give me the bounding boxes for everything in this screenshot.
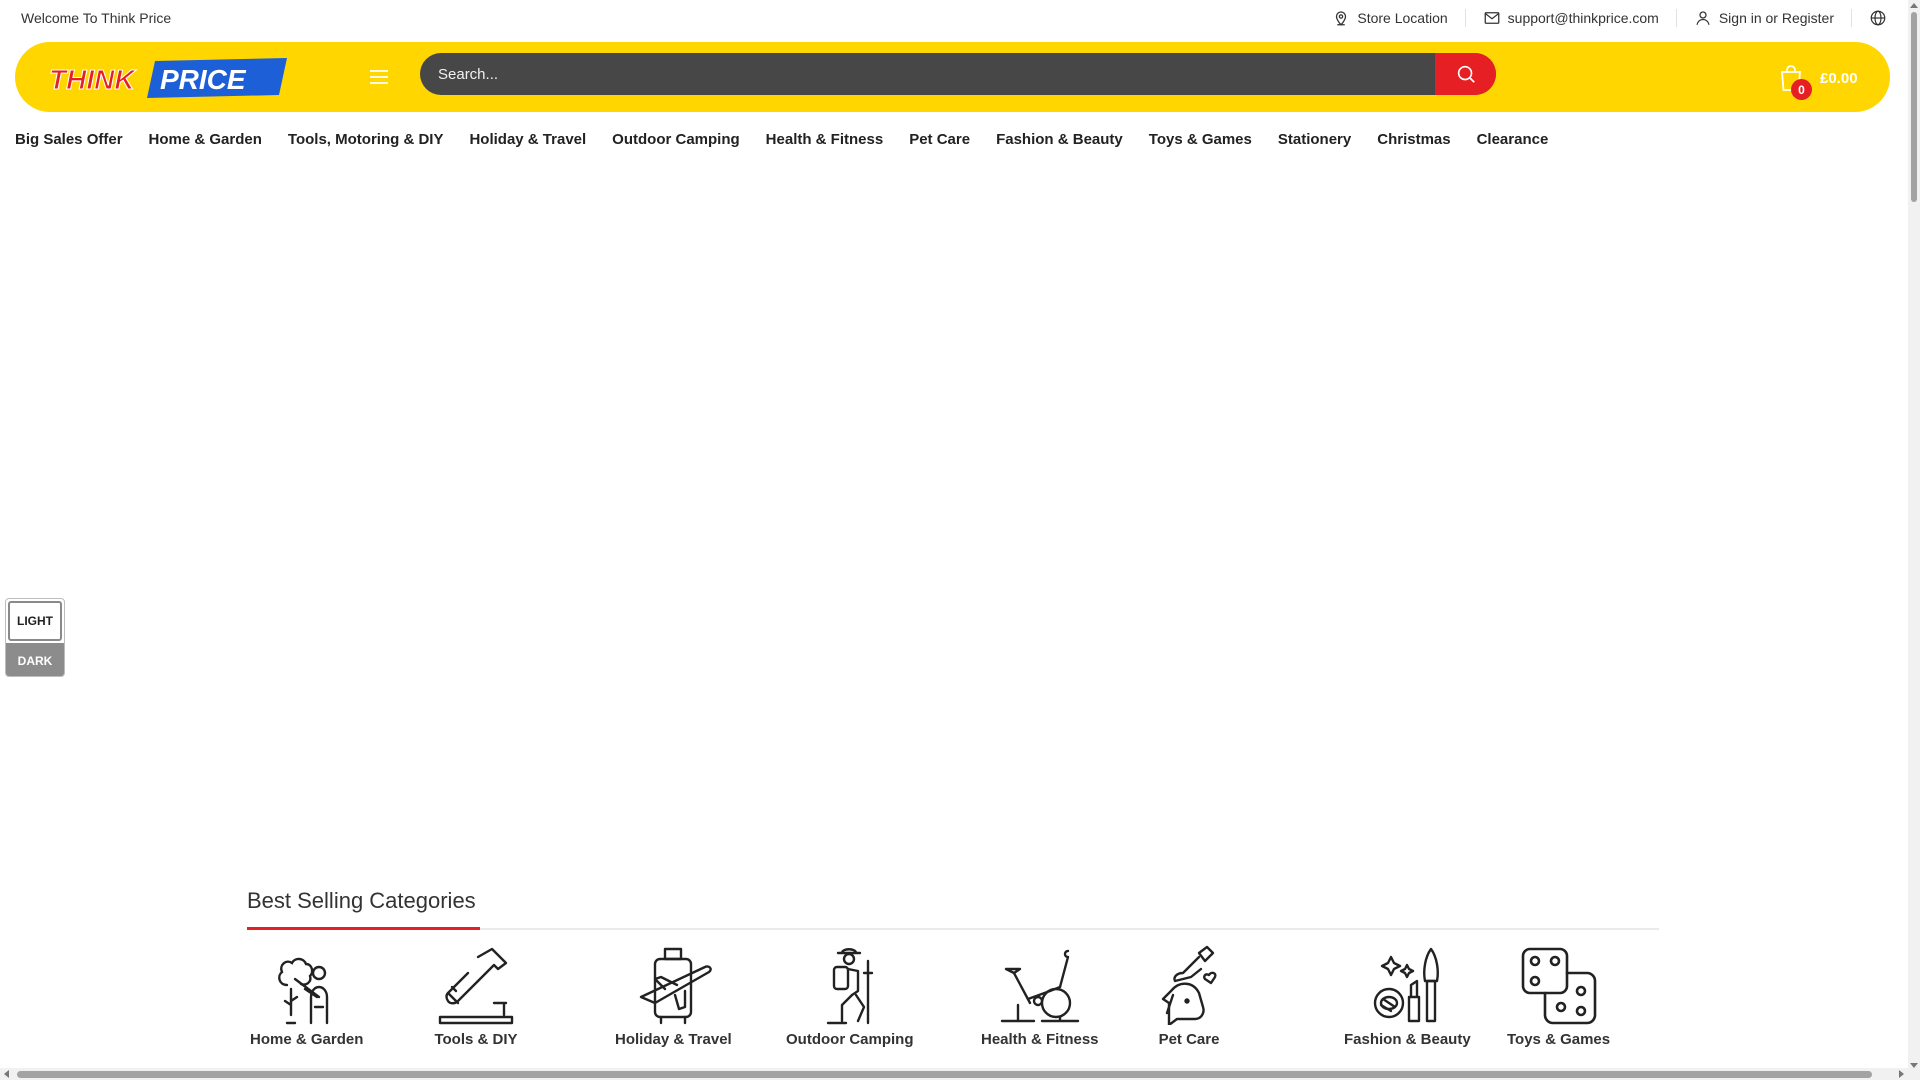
hiker-icon — [826, 948, 873, 1025]
email-label: support@thinkprice.com — [1507, 10, 1659, 26]
cart-bag: 0 — [1778, 64, 1812, 100]
mail-icon — [1484, 12, 1500, 24]
scroll-down-arrow[interactable] — [1910, 1063, 1918, 1068]
sign-in-link[interactable]: Sign in or Register — [1677, 9, 1852, 27]
welcome-text: Welcome To Think Price — [21, 10, 172, 26]
user-icon — [1696, 11, 1710, 25]
category-pet-care[interactable]: Pet Care — [1147, 945, 1231, 1048]
email-link[interactable]: support@thinkprice.com — [1466, 9, 1677, 27]
store-location-label: Store Location — [1357, 10, 1448, 26]
search-button[interactable] — [1435, 53, 1496, 95]
gardener-icon — [277, 957, 328, 1025]
nav-item-clearance[interactable]: Clearance — [1477, 131, 1549, 148]
search-bar — [420, 53, 1496, 95]
sign-in-label: Sign in or Register — [1718, 10, 1834, 26]
top-utility-bar: Welcome To Think Price Store Location su… — [0, 0, 1908, 36]
map-pin-icon — [1336, 11, 1347, 26]
category-label: Outdoor Camping — [786, 1031, 914, 1048]
light-theme-button[interactable]: LIGHT — [8, 601, 62, 641]
vertical-scrollbar[interactable] — [1908, 0, 1920, 1080]
dark-theme-button[interactable]: DARK — [6, 643, 64, 676]
utility-links: Store Location support@thinkprice.com Si… — [1315, 0, 1887, 36]
category-label: Tools & DIY — [434, 1031, 518, 1048]
think-price-logo[interactable]: THINK PRICE — [47, 58, 287, 98]
search-icon — [1457, 65, 1475, 83]
horizontal-scrollbar[interactable] — [0, 1068, 1908, 1080]
nav-item-holiday-travel[interactable]: Holiday & Travel — [469, 131, 586, 148]
store-location-link[interactable]: Store Location — [1315, 9, 1466, 27]
nav-item-fashion-beauty[interactable]: Fashion & Beauty — [996, 131, 1123, 148]
nav-item-outdoor-camping[interactable]: Outdoor Camping — [612, 131, 740, 148]
cart-total: £0.00 — [1820, 69, 1858, 87]
exercise-bike-icon — [1000, 949, 1079, 1023]
nav-item-pet-care[interactable]: Pet Care — [909, 131, 970, 148]
pet-hand-icon — [1161, 945, 1217, 1025]
suitcase-plane-icon — [640, 947, 713, 1025]
nav-item-tools-motoring-diy[interactable]: Tools, Motoring & DIY — [288, 131, 444, 148]
main-header: THINK PRICE 0 £0.00 — [15, 42, 1890, 112]
category-holiday-travel[interactable]: Holiday & Travel — [615, 945, 732, 1048]
category-outdoor-camping[interactable]: Outdoor Camping — [786, 945, 914, 1048]
cart-button[interactable]: 0 £0.00 — [1778, 62, 1868, 100]
logo-think-text: THINK — [49, 64, 136, 95]
nav-item-christmas[interactable]: Christmas — [1377, 131, 1450, 148]
logo-price-text: PRICE — [160, 64, 247, 95]
category-fashion-beauty[interactable]: Fashion & Beauty — [1344, 945, 1471, 1048]
search-input[interactable] — [420, 53, 1435, 95]
scroll-right-arrow[interactable] — [1899, 1070, 1904, 1078]
nav-item-big-sales-offer[interactable]: Big Sales Offer — [15, 131, 123, 148]
nav-item-toys-games[interactable]: Toys & Games — [1149, 131, 1252, 148]
nav-item-stationery[interactable]: Stationery — [1278, 131, 1351, 148]
hamburger-menu-button[interactable] — [367, 65, 391, 89]
category-toys-games[interactable]: Toys & Games — [1507, 945, 1610, 1048]
nav-item-health-fitness[interactable]: Health & Fitness — [766, 131, 884, 148]
cart-count-badge: 0 — [1791, 79, 1812, 100]
category-home-garden[interactable]: Home & Garden — [250, 945, 363, 1048]
globe-icon — [1870, 10, 1886, 26]
category-label: Toys & Games — [1507, 1031, 1611, 1048]
scroll-up-arrow[interactable] — [1910, 3, 1918, 8]
category-label: Health & Fitness — [981, 1031, 1099, 1048]
section-title-underline — [247, 927, 480, 930]
makeup-icon — [1374, 947, 1440, 1023]
hammer-icon — [438, 947, 514, 1025]
language-selector[interactable] — [1852, 9, 1887, 27]
nav-item-home-garden[interactable]: Home & Garden — [149, 131, 262, 148]
category-label: Holiday & Travel — [615, 1031, 732, 1048]
scroll-left-arrow[interactable] — [4, 1070, 9, 1078]
category-tools-diy[interactable]: Tools & DIY — [434, 945, 518, 1048]
category-health-fitness[interactable]: Health & Fitness — [981, 945, 1099, 1048]
horizontal-scroll-thumb[interactable] — [17, 1071, 1872, 1078]
vertical-scroll-thumb[interactable] — [1911, 12, 1917, 202]
best-selling-title: Best Selling Categories — [247, 888, 476, 913]
category-label: Fashion & Beauty — [1344, 1031, 1471, 1048]
dice-icon — [1521, 947, 1596, 1025]
category-label: Home & Garden — [250, 1031, 364, 1048]
theme-toggle: LIGHT DARK — [5, 598, 65, 677]
hamburger-icon — [370, 70, 388, 84]
category-nav: Big Sales Offer Home & Garden Tools, Mot… — [15, 131, 1548, 148]
category-label: Pet Care — [1158, 1031, 1220, 1048]
